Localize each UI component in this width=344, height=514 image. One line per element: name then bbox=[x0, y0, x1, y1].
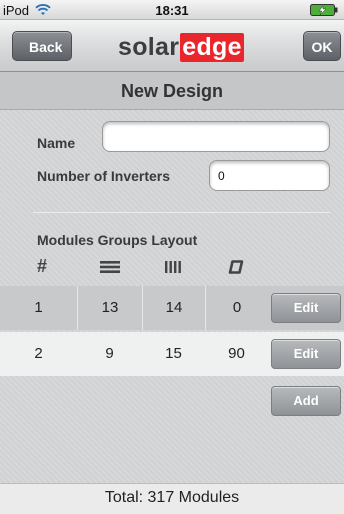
index-column-header: # bbox=[37, 256, 48, 276]
back-button[interactable]: Back bbox=[12, 31, 72, 61]
row-tilt: 0 bbox=[205, 286, 268, 330]
row-index: 1 bbox=[34, 299, 43, 316]
inverters-input[interactable] bbox=[209, 160, 330, 191]
row-index: 2 bbox=[34, 345, 43, 362]
divider bbox=[33, 212, 330, 213]
logo-text-edge: edge bbox=[180, 33, 244, 62]
rows-icon bbox=[100, 261, 120, 273]
inverters-label: Number of Inverters bbox=[37, 168, 171, 184]
total-modules-footer: Total: 317 Modules bbox=[0, 483, 344, 514]
row-module-columns: 14 bbox=[142, 286, 205, 330]
battery-charging-icon bbox=[310, 4, 338, 16]
status-bar: iPod 18:31 bbox=[0, 0, 344, 20]
nav-bar: Back solar edge OK bbox=[0, 20, 344, 72]
modules-groups-title: Modules Groups Layout bbox=[37, 232, 198, 248]
row-module-rows: 9 bbox=[105, 345, 114, 362]
table-row: 1 13 14 0 Edit bbox=[0, 286, 344, 330]
row-tilt: 90 bbox=[228, 345, 245, 362]
name-label: Name bbox=[37, 135, 76, 151]
edit-button[interactable]: Edit bbox=[271, 293, 341, 323]
row-module-rows: 13 bbox=[77, 286, 142, 330]
tilt-icon bbox=[228, 260, 244, 274]
edit-button[interactable]: Edit bbox=[271, 339, 341, 369]
columns-icon bbox=[165, 261, 181, 273]
add-button[interactable]: Add bbox=[271, 386, 341, 416]
solaredge-logo: solar edge bbox=[118, 33, 244, 62]
logo-text-solar: solar bbox=[118, 33, 180, 61]
back-button-label: Back bbox=[29, 39, 63, 55]
design-form: Name Number of Inverters Modules Groups … bbox=[0, 110, 344, 483]
page-title: New Design bbox=[0, 72, 344, 110]
name-input[interactable] bbox=[102, 121, 330, 152]
table-row: 2 9 15 90 Edit bbox=[0, 332, 344, 376]
ok-button[interactable]: OK bbox=[303, 31, 341, 61]
status-time: 18:31 bbox=[155, 3, 189, 18]
row-module-columns: 15 bbox=[165, 345, 182, 362]
